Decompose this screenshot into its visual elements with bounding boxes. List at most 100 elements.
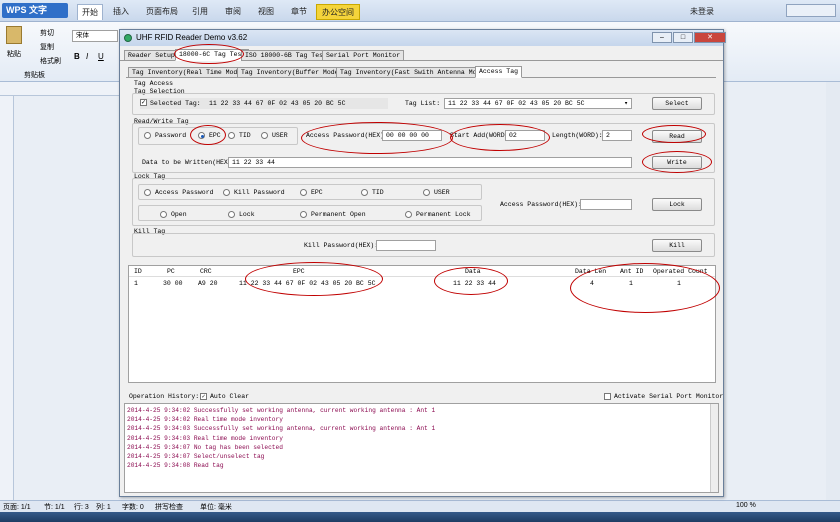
right-task-pane — [826, 82, 840, 500]
wps-tab-section[interactable]: 章节 — [291, 6, 307, 17]
log-line: 2014-4-25 9:34:08 Read tag — [127, 462, 224, 470]
wps-title-bar: WPS 文字 开始 插入 页面布局 引用 审阅 视图 章节 办公空间 未登录 — [0, 0, 840, 22]
status-spell[interactable]: 拼写检查 — [155, 502, 183, 512]
status-section: 节: 1/1 — [44, 504, 65, 511]
log-line: 2014-4-25 9:34:02 Successfully set worki… — [127, 407, 436, 414]
vertical-ruler — [0, 96, 14, 500]
col-header-id: ID — [134, 268, 142, 275]
underline-icon[interactable]: U — [98, 52, 104, 61]
clipboard-group-label: 剪贴板 — [24, 72, 45, 79]
lock-permanent-lock-radio[interactable]: Permanent Lock — [405, 211, 471, 218]
wps-tab-home[interactable]: 开始 — [77, 4, 103, 20]
wps-tab-layout[interactable]: 页面布局 — [146, 6, 178, 17]
status-words: 字数: 0 — [122, 504, 144, 511]
status-page: 页面: 1/1 — [3, 504, 31, 511]
lock-access-password-input[interactable] — [580, 199, 632, 210]
annotation-circle — [174, 44, 244, 64]
cell-crc: A9 20 — [198, 280, 218, 287]
bank-user-radio[interactable]: USER — [261, 132, 288, 139]
activate-serial-monitor-checkbox[interactable]: Activate Serial Port Monitor — [604, 393, 723, 400]
write-data-input[interactable]: 11 22 33 44 — [228, 157, 632, 168]
lock-tid-radio[interactable]: TID — [361, 189, 384, 196]
wps-status-bar: 页面: 1/1 节: 1/1 行: 3 列: 1 字数: 0 拼写检查 单位: … — [0, 500, 840, 512]
status-unit: 单位: 毫米 — [200, 504, 232, 511]
bold-icon[interactable]: B — [74, 52, 80, 61]
paste-label[interactable]: 粘贴 — [7, 49, 21, 59]
lock-access-password-label: Access Password(HEX): — [500, 201, 582, 208]
col-header-pc: PC — [167, 268, 175, 275]
bank-password-radio[interactable]: Password — [144, 132, 186, 139]
tab-reader-setup[interactable]: Reader Setup — [124, 50, 179, 61]
wps-tab-insert[interactable]: 插入 — [113, 6, 129, 17]
lock-button[interactable]: Lock — [652, 198, 702, 211]
close-button[interactable]: ✕ — [694, 32, 726, 43]
lock-kill-password-radio[interactable]: Kill Password — [223, 189, 285, 196]
minimize-button[interactable]: – — [652, 32, 672, 43]
subtab-fast-switch-inventory[interactable]: Tag Inventory(Fast Swith Antenna Mode) — [336, 67, 493, 78]
kill-password-input[interactable] — [376, 240, 436, 251]
log-line: 2014-4-25 9:34:03 Successfully set worki… — [127, 425, 436, 433]
lock-permanent-open-radio[interactable]: Permanent Open — [300, 211, 366, 218]
lock-lock-radio[interactable]: Lock — [228, 211, 255, 218]
operation-log[interactable]: 2014-4-25 9:34:02 Successfully set worki… — [124, 403, 719, 493]
log-line: 2014-4-25 9:34:07 Select/unselect tag — [127, 452, 265, 460]
tab-iso-18000-6b[interactable]: ISO 18000-6B Tag Test — [241, 50, 331, 61]
cell-pc: 30 00 — [163, 280, 183, 287]
kill-button[interactable]: Kill — [652, 239, 702, 252]
wps-app-menu-button[interactable]: WPS 文字 — [2, 3, 68, 18]
quick-access-toolbar — [0, 82, 119, 96]
subtab-realtime-inventory[interactable]: Tag Inventory(Real Time Mode) — [128, 67, 250, 78]
app-icon — [124, 34, 132, 42]
status-row: 行: 3 — [74, 504, 89, 511]
paste-icon[interactable] — [6, 26, 22, 44]
tag-list-dropdown[interactable]: 11 22 33 44 67 0F 02 43 05 20 BC 5C ▾ — [444, 98, 632, 109]
lock-open-radio[interactable]: Open — [160, 211, 187, 218]
maximize-button[interactable]: □ — [673, 32, 693, 43]
window-title: UHF RFID Reader Demo v3.62 — [136, 33, 248, 42]
subtab-access-tag[interactable]: Access Tag — [475, 66, 523, 78]
wps-tab-review[interactable]: 审阅 — [225, 6, 241, 17]
select-button[interactable]: Select — [652, 97, 702, 110]
copy-button[interactable]: 复制 — [40, 42, 54, 52]
annotation-circle — [301, 122, 453, 154]
bank-tid-radio[interactable]: TID — [228, 132, 251, 139]
status-col: 列: 1 — [96, 504, 111, 511]
lock-user-radio[interactable]: USER — [423, 189, 450, 196]
tab-serial-port-monitor[interactable]: Serial Port Monitor — [322, 50, 405, 61]
selected-tag-row: ✓ Selected Tag: 11 22 33 44 67 0F 02 43 0… — [140, 98, 388, 109]
dropdown-arrow-icon: ▾ — [624, 100, 628, 107]
window-controls[interactable] — [786, 4, 836, 17]
log-line: 2014-4-25 9:34:07 No tag has been select… — [127, 443, 283, 451]
annotation-circle — [570, 263, 720, 313]
annotation-circle — [245, 262, 383, 296]
font-name-select[interactable]: 宋体 — [72, 30, 118, 42]
subtab-buffer-inventory[interactable]: Tag Inventory(Buffer Mode) — [237, 67, 347, 78]
annotation-circle — [642, 151, 712, 173]
length-label: Length(WORD): — [552, 132, 603, 139]
operation-history-label: Operation History: — [129, 393, 200, 400]
annotation-circle — [450, 124, 550, 151]
zoom-level[interactable]: 100 % — [736, 502, 756, 509]
log-scrollbar[interactable] — [710, 404, 718, 492]
italic-icon[interactable]: I — [86, 52, 88, 61]
wps-tab-view[interactable]: 视图 — [258, 6, 274, 17]
format-painter-button[interactable]: 格式刷 — [40, 56, 61, 66]
cell-id: 1 — [134, 280, 138, 287]
wps-tab-office-space[interactable]: 办公空间 — [316, 4, 360, 20]
tag-access-label: Tag Access — [134, 80, 174, 87]
length-input[interactable]: 2 — [602, 130, 632, 141]
wps-tab-reference[interactable]: 引用 — [192, 6, 208, 17]
kill-password-label: Kill Password(HEX): — [304, 242, 379, 249]
lock-access-password-radio[interactable]: Access Password — [144, 189, 214, 196]
tag-list-value: 11 22 33 44 67 0F 02 43 05 20 BC 5C — [448, 100, 585, 107]
annotation-circle — [434, 267, 508, 295]
log-line: 2014-4-25 9:34:03 Real time mode invento… — [127, 434, 283, 442]
login-status[interactable]: 未登录 — [690, 6, 714, 17]
lock-epc-radio[interactable]: EPC — [300, 189, 323, 196]
cut-button[interactable]: 剪切 — [40, 28, 54, 38]
selected-tag-label: Selected Tag: — [150, 100, 201, 107]
selected-tag-checkbox[interactable]: ✓ — [140, 99, 147, 107]
windows-taskbar — [0, 512, 840, 522]
auto-clear-checkbox[interactable]: ✓ Auto Clear — [200, 393, 249, 400]
tag-list-label: Tag List: — [405, 100, 441, 107]
